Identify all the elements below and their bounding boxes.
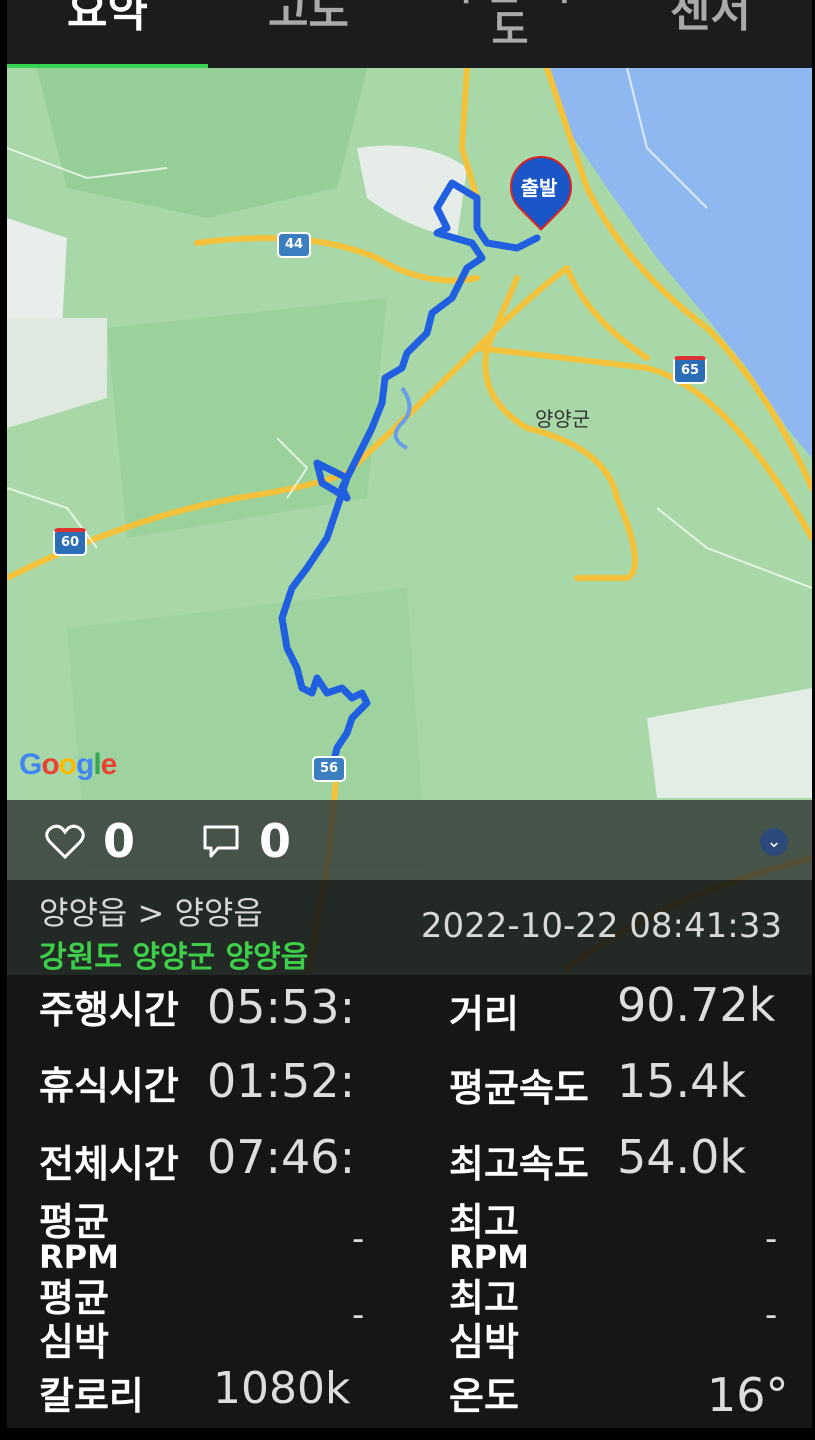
max-hr-label-line1: 최고 (449, 1276, 519, 1320)
max-rpm-label-line1: 최고 (449, 1200, 519, 1244)
ride-datetime: 2022-10-22 08:41:33 (420, 906, 782, 946)
route-shield-44: 44 (277, 232, 311, 258)
route-shield-65: 65 (673, 356, 707, 384)
max-hr-label-line2: 심박 (449, 1320, 519, 1364)
comment-icon[interactable] (202, 824, 240, 860)
avg-speed-value: 15.4k (617, 1055, 747, 1107)
distance-label: 거리 (449, 992, 519, 1036)
max-rpm-label-line2: RPM (449, 1238, 529, 1276)
comment-count: 0 (259, 814, 292, 868)
route-name: 양양읍 > 양양읍 (39, 894, 263, 932)
ride-time-value: 05:53: (207, 981, 356, 1033)
max-rpm-value: - (765, 1219, 778, 1259)
town-label: 양양군 (535, 407, 591, 431)
tab-bar: 요약 고도 구간 속도 센서 (7, 0, 812, 68)
avg-hr-value: - (352, 1295, 365, 1335)
rest-time-value: 01:52: (207, 1055, 356, 1107)
temperature-label: 온도 (449, 1374, 519, 1418)
stats-panel: 주행시간 05:53: 거리 90.72k 휴식시간 01:52: 평균속도 1… (7, 975, 812, 1428)
route-shield-56: 56 (312, 756, 346, 782)
tab-sensor[interactable]: 센서 (610, 0, 811, 40)
max-hr-value: - (765, 1295, 778, 1335)
max-speed-value: 54.0k (617, 1131, 747, 1183)
heart-icon[interactable] (45, 824, 85, 860)
tab-summary[interactable]: 요약 (7, 0, 208, 40)
avg-hr-label-line2: 심박 (39, 1320, 109, 1364)
avg-rpm-label-line2: RPM (39, 1238, 119, 1276)
like-count: 0 (103, 814, 136, 868)
total-time-value: 07:46: (207, 1131, 356, 1183)
avg-hr-label-line1: 평균 (39, 1276, 109, 1320)
route-region: 강원도 양양군 양양읍 (39, 940, 309, 975)
calories-label: 칼로리 (39, 1374, 144, 1418)
ride-time-label: 주행시간 (39, 988, 179, 1032)
app-frame: 요약 고도 구간 속도 센서 (7, 0, 812, 1428)
calories-value: 1080k (213, 1363, 351, 1414)
route-shield-60: 60 (53, 528, 87, 556)
social-bar: 0 0 ⌄ (7, 800, 812, 880)
avg-rpm-value: - (352, 1219, 365, 1259)
chevron-down-icon[interactable]: ⌄ (760, 828, 788, 856)
avg-rpm-label: 평균 (39, 1201, 109, 1243)
start-pin-label: 출발 (520, 176, 558, 200)
distance-value: 90.72k (617, 979, 776, 1031)
max-speed-label: 최고속도 (449, 1142, 589, 1186)
total-time-label: 전체시간 (39, 1142, 179, 1186)
temperature-value: 16° (707, 1369, 787, 1421)
ride-info-bar: 양양읍 > 양양읍 강원도 양양군 양양읍 2022-10-22 08:41:3… (7, 880, 812, 975)
tab-section-speed[interactable]: 구간 속도 (435, 0, 585, 52)
avg-speed-label: 평균속도 (449, 1066, 589, 1110)
google-logo: Google (19, 748, 117, 781)
tab-elevation[interactable]: 고도 (208, 0, 409, 40)
rest-time-label: 휴식시간 (39, 1064, 179, 1108)
